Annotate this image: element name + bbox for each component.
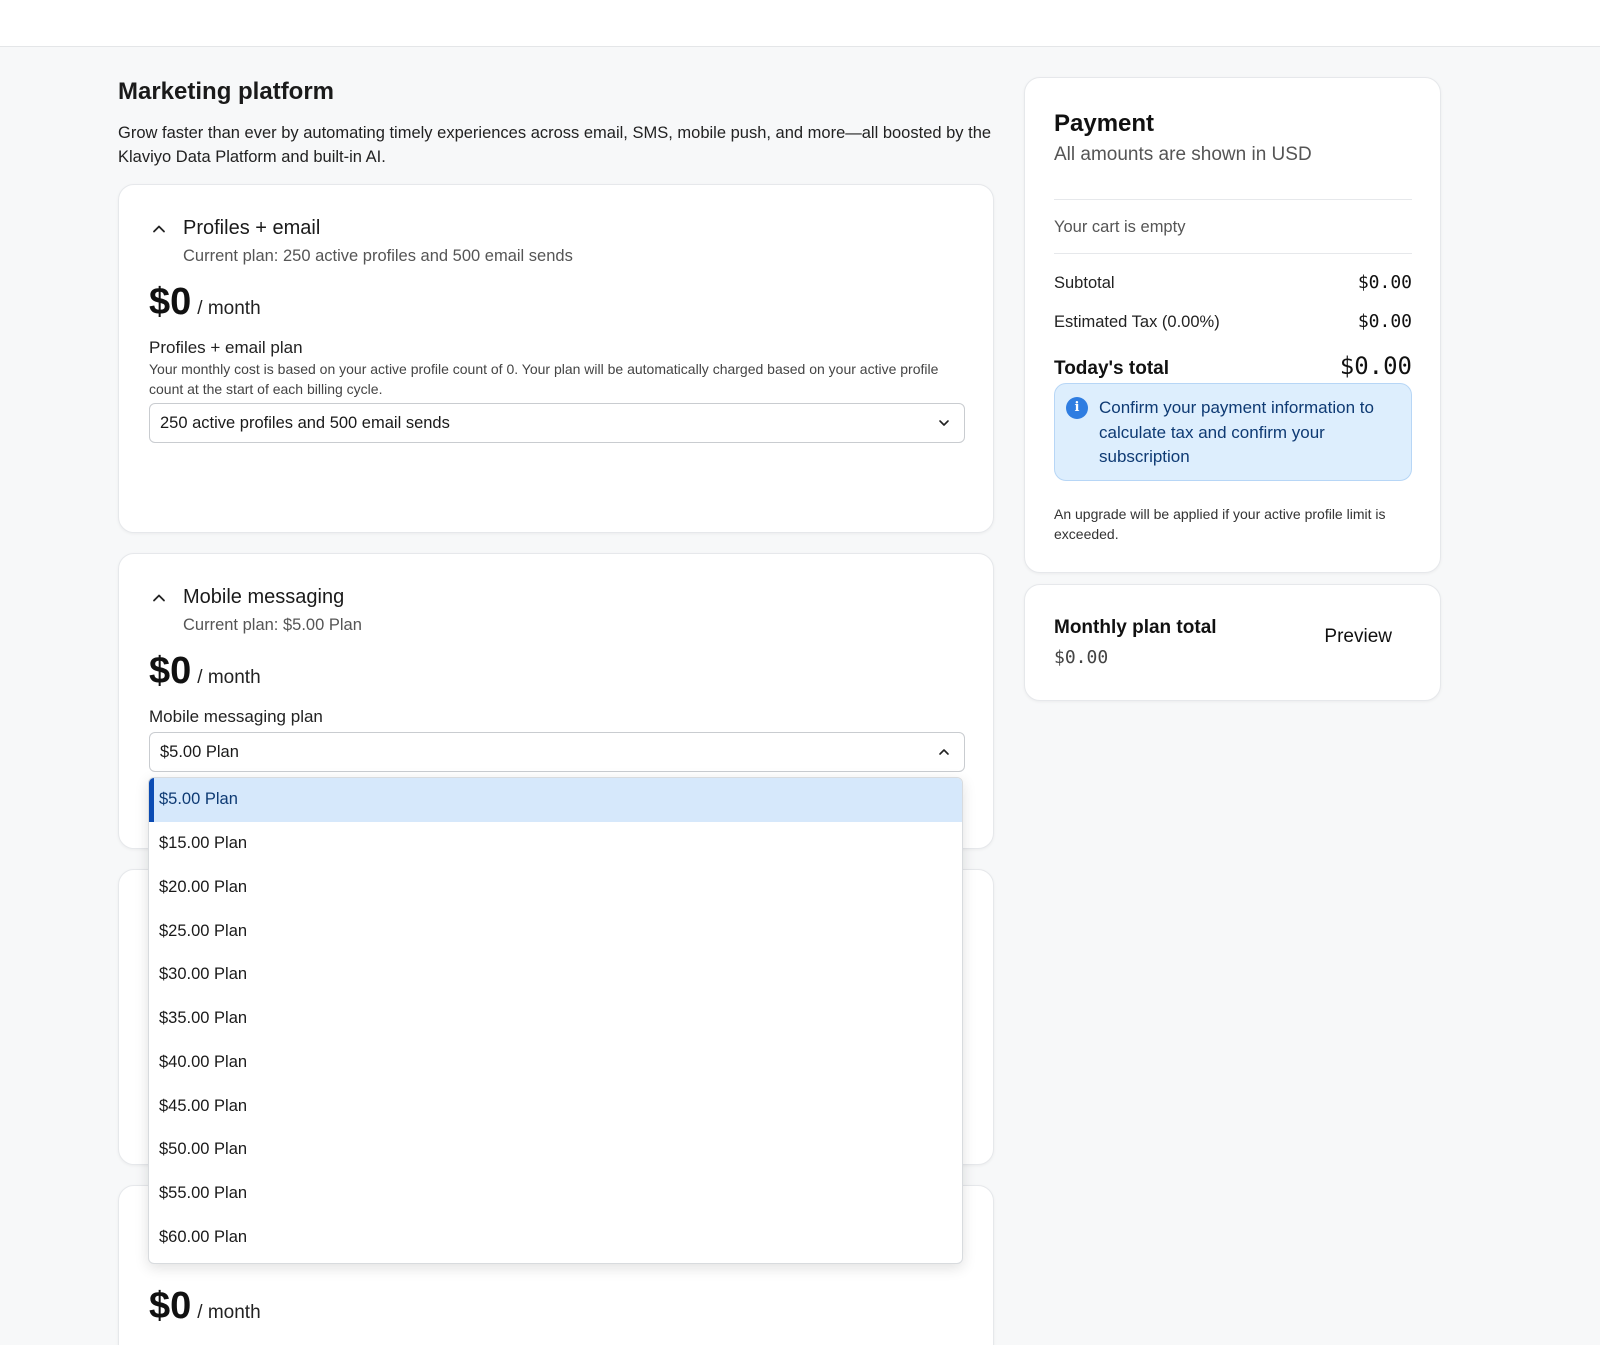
dropdown-option[interactable]: $60.00 Plan bbox=[149, 1216, 962, 1260]
section-title: Profiles + email bbox=[183, 217, 321, 239]
info-icon: i bbox=[1066, 397, 1088, 419]
section-title: Mobile messaging bbox=[183, 586, 345, 608]
chevron-up-icon[interactable] bbox=[149, 219, 169, 239]
monthly-total-card: Monthly plan total $0.00 Preview bbox=[1024, 584, 1441, 701]
mobile-messaging-plan-select[interactable]: $5.00 Plan bbox=[149, 732, 965, 772]
total-row: Today's total $0.00 bbox=[1054, 352, 1412, 380]
dropdown-option[interactable]: $25.00 Plan bbox=[149, 909, 962, 953]
divider bbox=[1054, 199, 1412, 200]
subtotal-label: Subtotal bbox=[1054, 274, 1115, 292]
price: $0 / month bbox=[149, 1285, 261, 1328]
top-bar bbox=[0, 0, 1600, 47]
mobile-messaging-plan-options: $5.00 Plan $15.00 Plan $20.00 Plan $25.0… bbox=[148, 777, 963, 1264]
chevron-up-icon bbox=[936, 744, 952, 760]
plan-help-text: Your monthly cost is based on your activ… bbox=[149, 361, 939, 397]
monthly-total-value: $0.00 bbox=[1054, 647, 1109, 668]
tax-value: $0.00 bbox=[1357, 311, 1412, 332]
monthly-total-label: Monthly plan total bbox=[1054, 617, 1217, 638]
mobile-messaging-header[interactable]: Mobile messaging bbox=[149, 586, 344, 609]
dropdown-option[interactable]: $50.00 Plan bbox=[149, 1128, 962, 1172]
chevron-down-icon bbox=[936, 415, 952, 431]
payment-title: Payment bbox=[1054, 110, 1155, 137]
payment-subtitle: All amounts are shown in USD bbox=[1054, 144, 1312, 165]
price: $0 / month bbox=[149, 281, 261, 324]
dropdown-option[interactable]: $55.00 Plan bbox=[149, 1172, 962, 1216]
current-plan-text: Current plan: $5.00 Plan bbox=[183, 616, 362, 634]
select-value: $5.00 Plan bbox=[160, 742, 239, 761]
price: $0 / month bbox=[149, 650, 261, 693]
preview-button[interactable]: Preview bbox=[1324, 626, 1392, 648]
dropdown-option[interactable]: $45.00 Plan bbox=[149, 1084, 962, 1128]
page-title: Marketing platform bbox=[118, 78, 335, 105]
subtotal-value: $0.00 bbox=[1357, 272, 1412, 293]
upgrade-note: An upgrade will be applied if your activ… bbox=[1054, 506, 1386, 542]
dropdown-option[interactable]: $35.00 Plan bbox=[149, 997, 962, 1041]
price-amount: $0 bbox=[149, 650, 192, 692]
payment-card: Payment All amounts are shown in USD You… bbox=[1024, 77, 1441, 573]
chevron-up-icon[interactable] bbox=[149, 588, 169, 608]
dropdown-option[interactable]: $20.00 Plan bbox=[149, 866, 962, 910]
price-period: / month bbox=[197, 667, 261, 688]
price-amount: $0 bbox=[149, 1285, 192, 1327]
profiles-email-header[interactable]: Profiles + email bbox=[149, 217, 320, 240]
total-label: Today's total bbox=[1054, 358, 1170, 379]
divider bbox=[1054, 253, 1412, 254]
tax-label: Estimated Tax (0.00%) bbox=[1054, 313, 1220, 331]
price-period: / month bbox=[197, 1302, 261, 1323]
info-text: Confirm your payment information to calc… bbox=[1099, 398, 1374, 466]
price-amount: $0 bbox=[149, 281, 192, 323]
plan-field-label: Mobile messaging plan bbox=[149, 707, 323, 726]
tax-row: Estimated Tax (0.00%) $0.00 bbox=[1054, 311, 1412, 332]
dropdown-option[interactable]: $40.00 Plan bbox=[149, 1041, 962, 1085]
dropdown-option[interactable]: $5.00 Plan bbox=[149, 778, 962, 822]
subtotal-row: Subtotal $0.00 bbox=[1054, 272, 1412, 293]
profiles-email-card: Profiles + email Current plan: 250 activ… bbox=[118, 184, 994, 533]
plan-field-label: Profiles + email plan bbox=[149, 338, 303, 357]
current-plan-text: Current plan: 250 active profiles and 50… bbox=[183, 247, 573, 265]
dropdown-option[interactable]: $15.00 Plan bbox=[149, 822, 962, 866]
dropdown-option[interactable]: $30.00 Plan bbox=[149, 953, 962, 997]
cart-empty-text: Your cart is empty bbox=[1054, 218, 1186, 236]
page-description: Grow faster than ever by automating time… bbox=[118, 124, 992, 166]
payment-info-banner: i Confirm your payment information to ca… bbox=[1054, 383, 1412, 481]
total-value: $0.00 bbox=[1339, 352, 1412, 380]
profiles-email-plan-select[interactable]: 250 active profiles and 500 email sends bbox=[149, 403, 965, 443]
price-period: / month bbox=[197, 298, 261, 319]
select-value: 250 active profiles and 500 email sends bbox=[160, 413, 450, 432]
